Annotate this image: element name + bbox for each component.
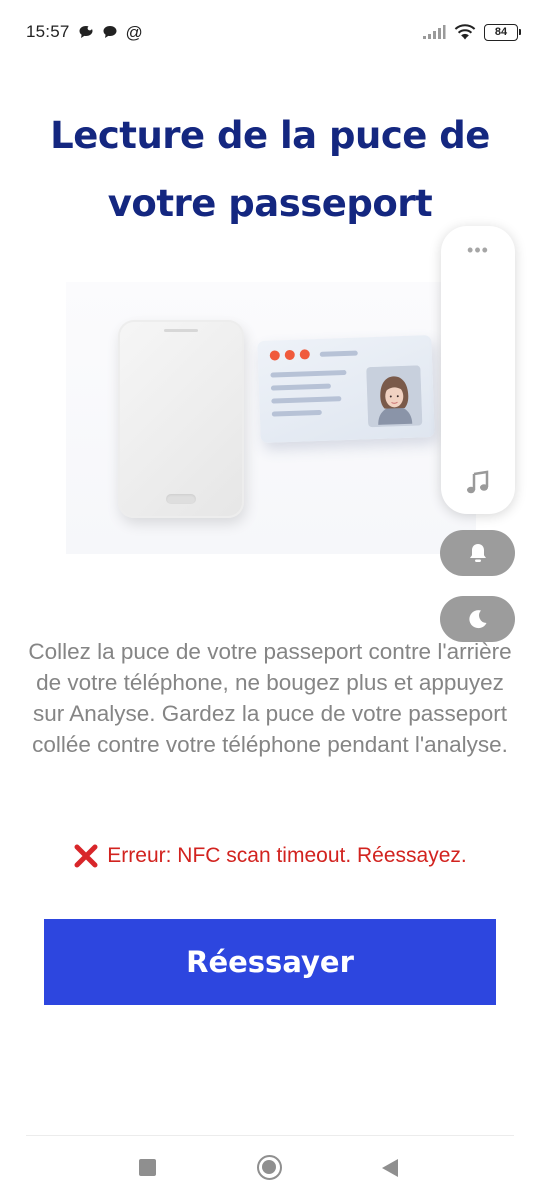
instructions-text: Collez la puce de votre passeport contre… [28,639,512,757]
status-left: 15:57 @ [26,22,143,42]
portrait-icon [366,365,423,428]
bell-button[interactable] [440,530,515,576]
retry-button[interactable]: Réessayer [44,919,496,1005]
card-line [270,383,331,391]
card-line [271,396,342,404]
moon-icon [468,610,486,629]
wifi-icon [454,23,476,39]
id-card-illustration [257,334,435,444]
card-line [270,369,347,378]
phone-illustration [118,320,244,518]
recents-icon[interactable] [139,1159,156,1176]
phone-speaker [164,329,198,332]
page-title: Lecture de la puce de votre passeport [50,114,490,225]
more-dots-icon[interactable]: ••• [441,240,515,261]
status-bar: 15:57 @ 84 [0,0,540,64]
cross-mark-icon [74,844,98,868]
card-photo [366,365,423,428]
home-icon[interactable] [257,1155,282,1180]
screen: 15:57 @ 84 Lecture de la puce de votre p… [0,0,540,1200]
navigation-bar [0,1136,540,1200]
card-line [319,350,358,357]
card-dot [269,350,280,361]
back-icon[interactable] [381,1158,399,1178]
error-text: Erreur: NFC scan timeout. Réessayez. [107,844,467,867]
nfc-illustration [66,282,476,554]
battery-level: 84 [494,26,508,38]
card-dot [284,349,295,361]
chat-bubble-icon [103,26,117,38]
signal-icon [423,25,446,39]
bell-icon [469,544,486,562]
battery-icon: 84 [484,23,521,41]
card-line [271,409,322,417]
card-dot [299,349,310,360]
status-right: 84 [422,23,521,41]
at-sign: @ [125,22,143,42]
floating-sidebar-panel[interactable]: ••• [441,226,515,514]
error-message: Erreur: NFC scan timeout. Réessayez. [20,843,520,869]
status-time: 15:57 [26,22,70,41]
phone-home-button [166,494,196,504]
music-note-icon[interactable] [465,470,491,496]
chat-bubble-icon [79,26,93,38]
